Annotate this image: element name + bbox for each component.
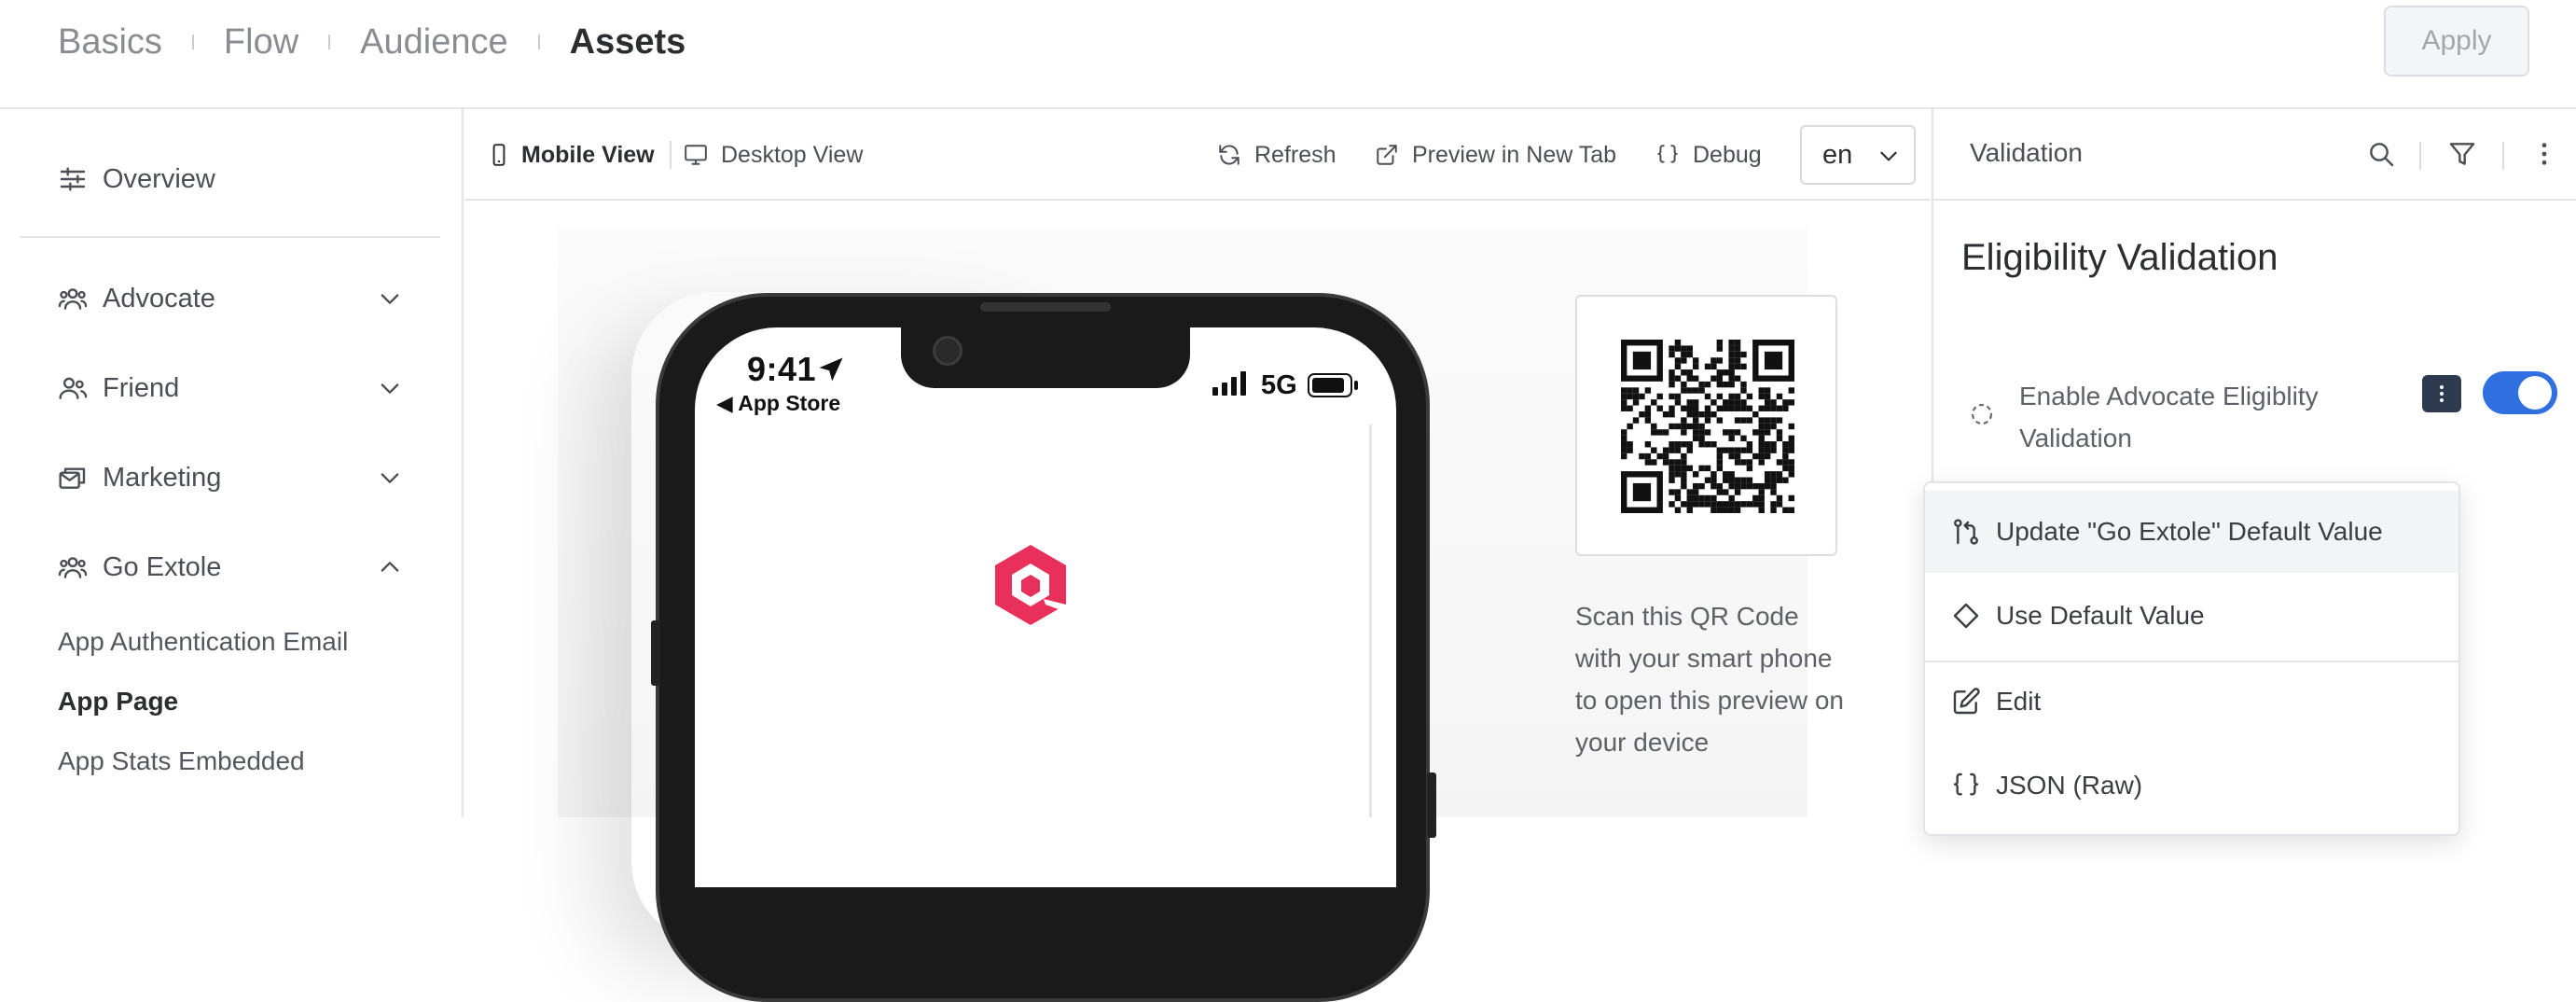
step-basics[interactable]: Basics [58, 22, 162, 63]
more-vertical-icon [2440, 385, 2444, 402]
chevron-down-icon[interactable] [377, 375, 403, 401]
sidebar-item-label: Marketing [103, 462, 222, 493]
braces-icon [1953, 772, 1979, 796]
location-arrow-icon [819, 357, 843, 382]
user-plus-icon [59, 377, 88, 399]
external-link-icon [1377, 145, 1397, 165]
phone-camera [933, 336, 963, 366]
phone-side-button [651, 620, 660, 686]
preview-new-tab-button[interactable]: Preview in New Tab [1375, 137, 1616, 173]
sidebar-item-overview[interactable]: Overview [58, 159, 215, 200]
users-icon [58, 557, 88, 578]
edit-icon [1953, 688, 1980, 715]
phone-icon [492, 144, 506, 166]
refresh-label: Refresh [1254, 141, 1336, 168]
step-divider [537, 35, 540, 49]
step-assets[interactable]: Assets [570, 22, 686, 63]
menu-item-label: JSON (Raw) [1996, 771, 2143, 800]
header-divider [2419, 142, 2421, 170]
mobile-view-tab[interactable]: Mobile View [490, 137, 655, 173]
step-flow[interactable]: Flow [224, 22, 298, 63]
sidebar-item-label: Overview [103, 163, 215, 194]
monitor-icon [685, 145, 707, 165]
mobile-view-label: Mobile View [521, 141, 655, 168]
sidebar-item-friend[interactable]: Friend [58, 368, 179, 409]
preview-toolbar: Mobile View Desktop View Refresh Preview… [465, 109, 1930, 201]
sidebar-item-label: Go Extole [103, 551, 222, 582]
sidebar-subitem-app-auth-email[interactable]: App Authentication Email [58, 627, 348, 657]
context-menu: Update "Go Extole" Default Value Use Def… [1923, 481, 2460, 836]
sidebar-item-advocate[interactable]: Advocate [58, 278, 215, 319]
sidebar-item-label: Advocate [103, 283, 215, 313]
debug-label: Debug [1693, 141, 1762, 168]
language-select[interactable]: en [1800, 125, 1916, 185]
menu-item-label: Update "Go Extole" Default Value [1996, 517, 2383, 546]
section-title: Eligibility Validation [1961, 237, 2278, 278]
users-icon [58, 288, 88, 310]
sidebar: Overview Advocate Friend Marketing Go Ex… [0, 109, 464, 817]
top-bar: Basics Flow Audience Assets Apply [0, 0, 2576, 109]
sidebar-subitem-app-stats-embedded[interactable]: App Stats Embedded [58, 746, 305, 776]
menu-item-label: Edit [1996, 687, 2042, 716]
braces-icon [1657, 145, 1678, 163]
status-back-app-store: ◀ App Store [716, 391, 841, 415]
screen-scrollbar [1369, 424, 1372, 817]
sidebar-item-marketing[interactable]: Marketing [58, 457, 221, 498]
step-divider [191, 35, 194, 49]
qr-code-card [1575, 295, 1837, 556]
status-network: 5G [1261, 370, 1297, 400]
phone-speaker [980, 302, 1111, 312]
qr-code-image [1621, 340, 1794, 513]
dashed-circle-icon [1971, 403, 1993, 425]
language-value: en [1822, 139, 1853, 170]
refresh-button[interactable]: Refresh [1217, 137, 1336, 173]
setting-menu-button[interactable] [2422, 375, 2461, 412]
chevron-up-icon[interactable] [377, 554, 403, 580]
debug-button[interactable]: Debug [1655, 137, 1762, 173]
sidebar-item-label: Friend [103, 372, 180, 403]
qr-caption: Scan this QR Code with your smart phone … [1575, 602, 1844, 757]
menu-item-label: Use Default Value [1996, 601, 2205, 630]
git-compare-icon [1954, 519, 1978, 545]
sidebar-divider [21, 236, 440, 238]
status-time: 9:41 [747, 350, 817, 388]
toggle-knob [2518, 376, 2552, 410]
eligibility-toggle[interactable] [2483, 371, 2557, 414]
right-panel-title: Validation [1970, 138, 2083, 167]
refresh-icon [1219, 145, 1240, 165]
desktop-view-tab[interactable]: Desktop View [684, 137, 863, 173]
setting-label: Enable Advocate Eligiblity Validation [2019, 382, 2319, 452]
sidebar-item-go-extole[interactable]: Go Extole [58, 547, 221, 588]
sidebar-subitem-app-page[interactable]: App Page [58, 687, 178, 717]
menu-item-use-default[interactable]: Use Default Value [1925, 575, 2458, 657]
menu-item-json-raw[interactable]: JSON (Raw) [1925, 745, 2458, 827]
chevron-down-icon[interactable] [377, 285, 403, 312]
step-nav: Basics Flow Audience Assets [58, 21, 686, 63]
header-divider [2502, 142, 2504, 170]
step-audience[interactable]: Audience [360, 22, 507, 63]
toolbar-divider [670, 141, 672, 169]
sliders-icon [60, 167, 86, 191]
more-vertical-icon[interactable] [2529, 139, 2559, 169]
phone-side-button [1427, 772, 1436, 838]
extole-logo-icon [995, 545, 1066, 625]
mail-stack-icon [59, 467, 86, 489]
menu-item-edit[interactable]: Edit [1925, 661, 2458, 743]
chevron-down-icon [1880, 151, 1897, 161]
diamond-icon [1953, 603, 1979, 629]
battery-icon [1308, 373, 1358, 397]
apply-button[interactable]: Apply [2384, 6, 2529, 77]
signal-icon [1212, 371, 1246, 396]
menu-item-update-default[interactable]: Update "Go Extole" Default Value [1925, 491, 2458, 573]
search-icon[interactable] [2366, 139, 2396, 169]
preview-new-tab-label: Preview in New Tab [1412, 141, 1617, 168]
chevron-down-icon[interactable] [377, 465, 403, 491]
filter-icon[interactable] [2447, 139, 2477, 169]
desktop-view-label: Desktop View [721, 141, 864, 168]
step-divider [328, 35, 331, 49]
